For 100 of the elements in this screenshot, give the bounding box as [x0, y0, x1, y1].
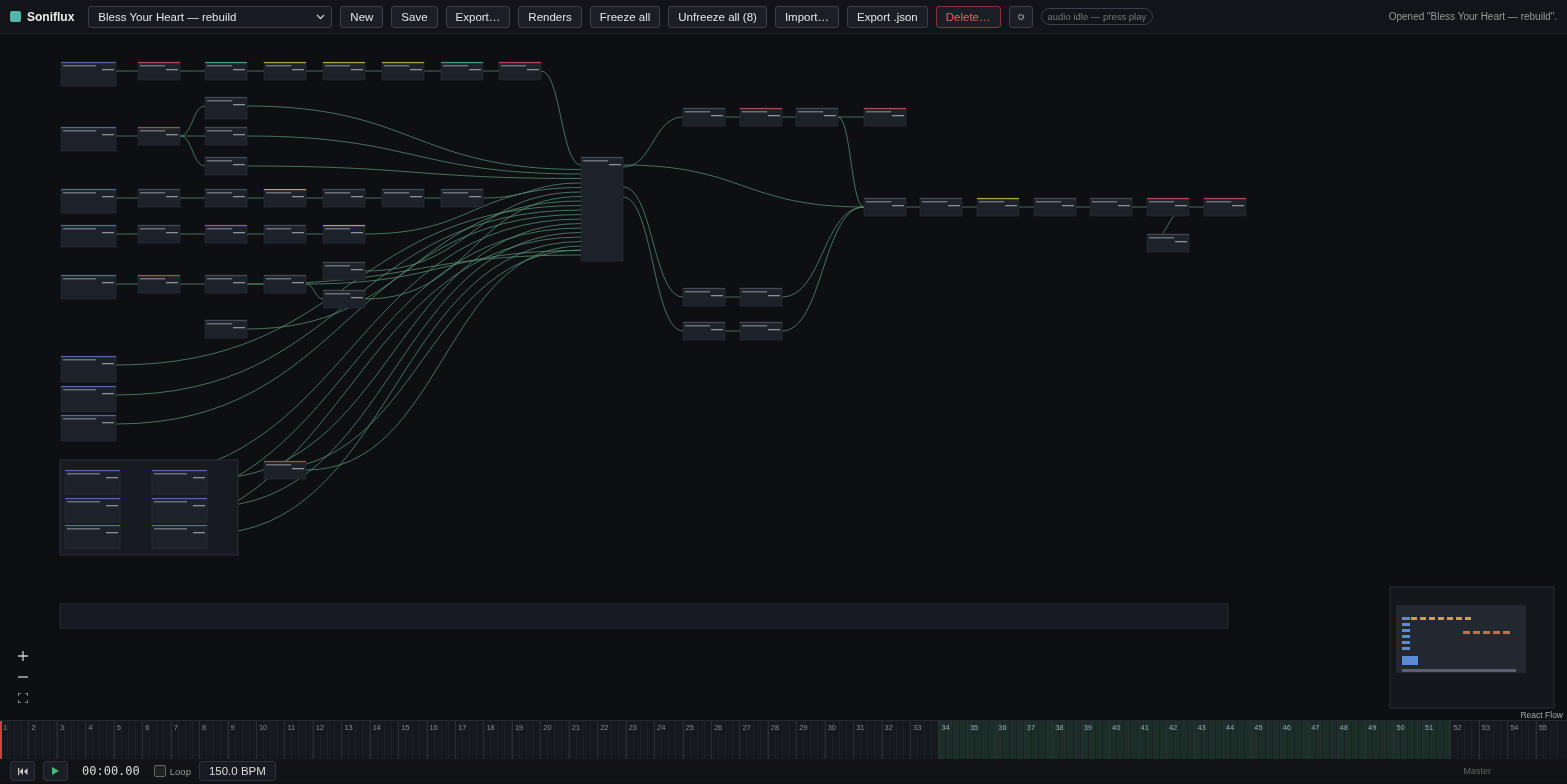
settings-icon: [1016, 12, 1025, 21]
graph-node[interactable]: [682, 287, 726, 307]
edge-line: [305, 70, 324, 72]
graph-node[interactable]: [739, 107, 783, 127]
graph-node[interactable]: [322, 188, 366, 208]
graph-node[interactable]: [322, 61, 366, 81]
graph-node[interactable]: [204, 188, 248, 208]
graph-node[interactable]: [60, 126, 117, 152]
edge-line: [961, 206, 978, 208]
edge-line: [423, 70, 442, 72]
edge-line: [1018, 206, 1035, 208]
minimap[interactable]: [1389, 586, 1555, 709]
graph-node[interactable]: [137, 224, 181, 244]
chevron-down-icon: [316, 13, 326, 20]
graph-node[interactable]: [204, 224, 248, 244]
rewind-icon: [17, 767, 28, 775]
edge-line: [1075, 206, 1091, 208]
graph-node[interactable]: [263, 188, 307, 208]
graph-node[interactable]: [322, 261, 366, 281]
graph-node[interactable]: [739, 321, 783, 341]
graph-node[interactable]: [204, 274, 248, 294]
graph-node[interactable]: [1089, 197, 1133, 217]
graph-node[interactable]: [60, 385, 117, 413]
graph-node[interactable]: [795, 107, 839, 127]
toolbar-button[interactable]: Import…: [774, 5, 839, 28]
graph-node[interactable]: [64, 524, 121, 550]
toolbar-button[interactable]: Save: [391, 5, 438, 28]
graph-node[interactable]: [682, 107, 726, 127]
edge-line: [724, 330, 741, 332]
graph-node[interactable]: [322, 224, 366, 244]
graph-node[interactable]: [263, 224, 307, 244]
graph-node[interactable]: [64, 469, 121, 495]
graph-node[interactable]: [863, 107, 907, 127]
graph-node[interactable]: [151, 524, 208, 550]
graph-node[interactable]: [682, 321, 726, 341]
edge-line: [115, 135, 139, 137]
graph-node[interactable]: [151, 497, 208, 523]
toolbar-button[interactable]: Delete…: [935, 5, 1001, 28]
loop-checkbox[interactable]: [153, 765, 166, 777]
graph-node[interactable]: [204, 126, 248, 146]
playhead-marker[interactable]: [0, 721, 2, 759]
graph-node[interactable]: [322, 289, 366, 309]
attribution-link[interactable]: React Flow: [1520, 710, 1563, 720]
graph-node[interactable]: [863, 197, 907, 217]
graph-node[interactable]: [919, 197, 963, 217]
bus-label: Master: [1463, 766, 1491, 776]
edge-line: [364, 70, 383, 72]
app-name: Soniflux: [27, 9, 75, 24]
project-select[interactable]: Bless Your Heart — rebuild: [88, 5, 333, 28]
toolbar-button[interactable]: Unfreeze all (8): [668, 5, 767, 28]
graph-node[interactable]: [137, 126, 181, 146]
graph-node[interactable]: [263, 460, 307, 480]
toolbar-button[interactable]: Renders: [518, 5, 582, 28]
graph-node[interactable]: [60, 355, 117, 383]
graph-node[interactable]: [137, 188, 181, 208]
graph-node[interactable]: [739, 287, 783, 307]
minus-icon: [17, 675, 28, 678]
graph-node[interactable]: [381, 188, 425, 208]
graph-node[interactable]: [1203, 197, 1247, 217]
play-button[interactable]: [43, 761, 68, 781]
graph-node[interactable]: [204, 61, 248, 81]
loop-label: Loop: [169, 765, 191, 777]
tempo-field[interactable]: 150.0 BPM: [198, 761, 276, 781]
toolbar-button[interactable]: Export…: [445, 5, 511, 28]
toolbar-button[interactable]: Freeze all: [589, 5, 661, 28]
graph-node[interactable]: [204, 96, 248, 120]
edge-line: [115, 70, 139, 72]
graph-node[interactable]: [498, 61, 542, 81]
graph-node[interactable]: [60, 188, 117, 214]
graph-node[interactable]: [1146, 233, 1190, 253]
graph-node[interactable]: [60, 61, 117, 87]
graph-node[interactable]: [137, 274, 181, 294]
toolbar-button[interactable]: Export .json: [847, 5, 928, 28]
graph-node[interactable]: [440, 61, 484, 81]
rewind-button[interactable]: [10, 761, 35, 781]
graph-node[interactable]: [60, 224, 117, 248]
graph-node[interactable]: [263, 274, 307, 294]
graph-node[interactable]: [580, 156, 624, 262]
toolbar-button[interactable]: New: [340, 5, 384, 28]
graph-node[interactable]: [60, 414, 117, 442]
graph-node[interactable]: [381, 61, 425, 81]
graph-node[interactable]: [60, 274, 117, 300]
plus-icon: [17, 650, 28, 661]
edge-line: [179, 70, 206, 72]
edge-line: [781, 116, 797, 118]
graph-node[interactable]: [204, 156, 248, 176]
app-logo-icon: [10, 11, 21, 22]
graph-node[interactable]: [1146, 197, 1190, 217]
graph-node[interactable]: [151, 469, 208, 495]
settings-button[interactable]: [1008, 5, 1033, 28]
graph-node[interactable]: [137, 61, 181, 81]
graph-node[interactable]: [440, 188, 484, 208]
edge-line: [905, 206, 921, 208]
graph-node[interactable]: [263, 61, 307, 81]
graph-node[interactable]: [1033, 197, 1077, 217]
graph-node[interactable]: [64, 497, 121, 523]
edge-line: [724, 296, 741, 298]
edge-line: [724, 116, 741, 118]
graph-node[interactable]: [976, 197, 1020, 217]
graph-node[interactable]: [204, 319, 248, 339]
